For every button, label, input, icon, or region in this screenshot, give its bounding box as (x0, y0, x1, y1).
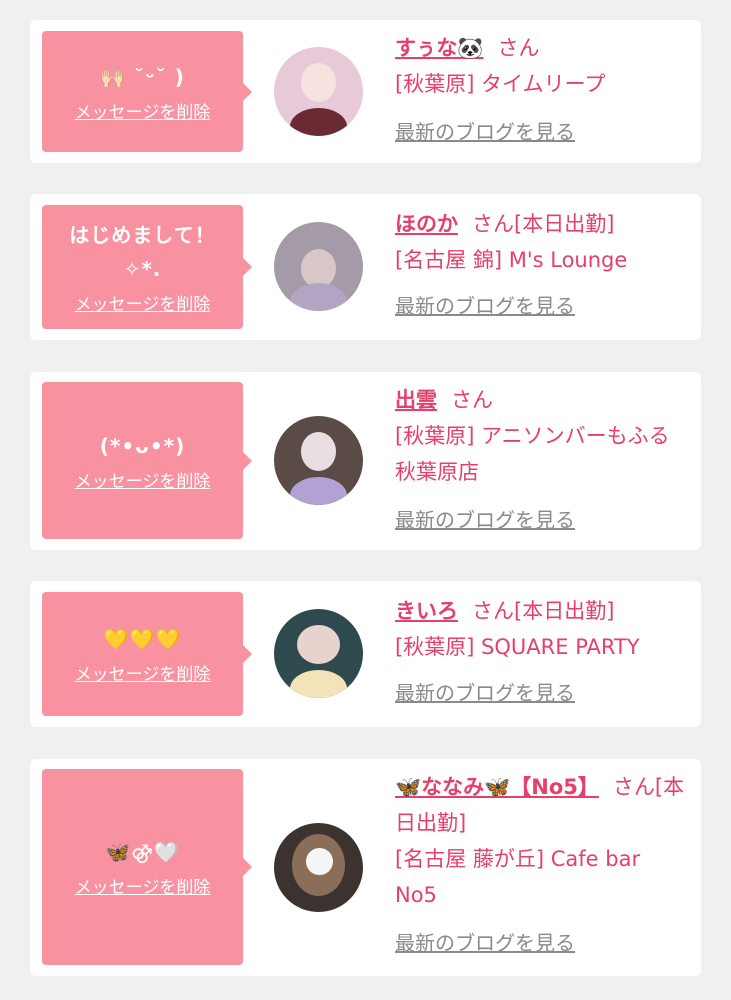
message-text: はじめまして！✧︎*. (69, 223, 216, 281)
message-text: 🙌🏻 ˘ᵕ˘ ) (100, 64, 185, 89)
honorific: さん (451, 388, 493, 412)
message-card: 💛💛💛 メッセージを削除 きいろ さん[本日出勤] [秋葉原] SQUARE PA… (30, 581, 701, 727)
blog-link[interactable]: 最新のブログを見る (395, 925, 685, 961)
cast-name-link[interactable]: 🦋ななみ🦋【No5】 (395, 775, 599, 799)
delete-message-link[interactable]: メッセージを削除 (75, 102, 211, 124)
cast-info: 出雲 さん [秋葉原] アニソンバーもふる 秋葉原店 最新のブログを見る (395, 382, 685, 538)
delete-message-link[interactable]: メッセージを削除 (75, 471, 211, 493)
status-badge: [本日出勤] (514, 212, 615, 236)
avatar[interactable] (272, 821, 365, 914)
blog-link[interactable]: 最新のブログを見る (395, 288, 685, 324)
cast-name-link[interactable]: きいろ (395, 599, 458, 623)
avatar[interactable] (272, 607, 365, 700)
shop-name: [秋葉原] アニソンバーもふる 秋葉原店 (395, 424, 670, 484)
shop-name: [秋葉原] タイムリープ (395, 72, 606, 96)
shop-name: [名古屋 藤が丘] Cafe bar No5 (395, 847, 641, 907)
message-bubble: 🙌🏻 ˘ᵕ˘ ) メッセージを削除 (42, 31, 252, 152)
cast-info: きいろ さん[本日出勤] [秋葉原] SQUARE PARTY 最新のブログを見る (395, 593, 685, 711)
message-text: 🦋⚣🤍 (105, 840, 180, 864)
cast-info: すぅな🐼 さん [秋葉原] タイムリープ 最新のブログを見る (395, 30, 685, 150)
shop-name: [名古屋 錦] M's Lounge (395, 248, 628, 272)
cast-name-link[interactable]: すぅな🐼 (395, 36, 484, 60)
message-text: 💛💛💛 (103, 627, 182, 651)
blog-link[interactable]: 最新のブログを見る (395, 502, 685, 538)
cast-info: ほのか さん[本日出勤] [名古屋 錦] M's Lounge 最新のブログを見る (395, 206, 685, 324)
delete-message-link[interactable]: メッセージを削除 (75, 664, 211, 686)
honorific: さん (612, 775, 655, 799)
message-card: 🦋⚣🤍 メッセージを削除 🦋ななみ🦋【No5】 さん[本日出勤] [名古屋 藤が丘… (30, 759, 701, 976)
avatar[interactable] (272, 414, 365, 507)
honorific: さん (497, 36, 540, 60)
message-text: (*•ᴗ•*) (99, 433, 186, 458)
honorific: さん (472, 212, 514, 236)
cast-info: 🦋ななみ🦋【No5】 さん[本日出勤] [名古屋 藤が丘] Cafe bar No… (395, 769, 685, 961)
honorific: さん (472, 599, 514, 623)
status-badge: [本日出勤] (514, 599, 615, 623)
shop-name: [秋葉原] SQUARE PARTY (395, 635, 640, 659)
cast-name-link[interactable]: 出雲 (395, 388, 437, 412)
cast-name-link[interactable]: ほのか (395, 212, 458, 236)
message-card: (*•ᴗ•*) メッセージを削除 出雲 さん [秋葉原] アニソンバーもふる 秋葉… (30, 372, 701, 550)
message-bubble: 🦋⚣🤍 メッセージを削除 (42, 769, 252, 965)
message-card: 🙌🏻 ˘ᵕ˘ ) メッセージを削除 すぅな🐼 さん [秋葉原] タイムリープ 最新… (30, 20, 701, 163)
blog-link[interactable]: 最新のブログを見る (395, 675, 685, 711)
message-bubble: はじめまして！✧︎*. メッセージを削除 (42, 205, 252, 329)
avatar[interactable] (272, 220, 365, 313)
message-bubble: 💛💛💛 メッセージを削除 (42, 592, 252, 716)
delete-message-link[interactable]: メッセージを削除 (75, 877, 211, 899)
blog-link[interactable]: 最新のブログを見る (395, 114, 685, 150)
message-card: はじめまして！✧︎*. メッセージを削除 ほのか さん[本日出勤] [名古屋 錦]… (30, 194, 701, 340)
avatar[interactable] (272, 45, 365, 138)
message-bubble: (*•ᴗ•*) メッセージを削除 (42, 382, 252, 539)
delete-message-link[interactable]: メッセージを削除 (75, 294, 211, 316)
